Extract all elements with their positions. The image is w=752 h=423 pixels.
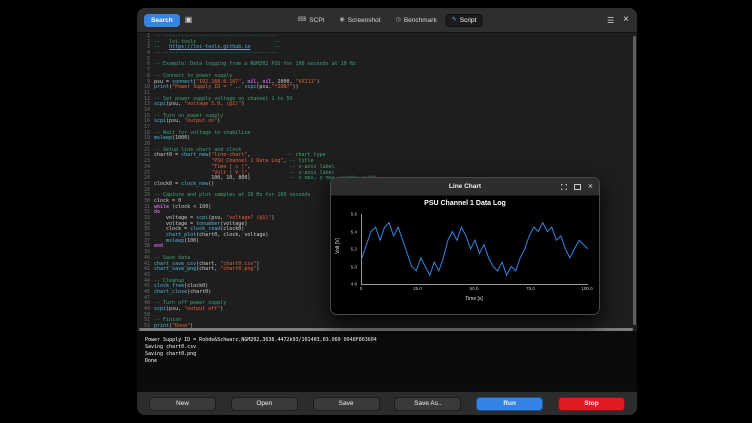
new-button[interactable]: New [149,397,216,411]
console-line: Saving chart0.png [145,351,637,358]
save-as-button[interactable]: Save As.. [394,397,461,411]
console-line: Power Supply ID = Rohde&Schwarz,NGM202,3… [145,337,637,344]
tab-label: Screenshot [348,17,381,24]
chart-window-controls: × [561,178,593,195]
code-text: -- Example: Data logging from a NGM202 P… [154,62,356,68]
sidebar-toggle-icon[interactable]: ▣ [185,16,193,24]
x-tick-label: 50.0 [470,286,479,291]
x-tick-label: 25.0 [413,286,422,291]
save-button[interactable]: Save [313,397,380,411]
code-text: end [154,244,163,250]
chart-plot-svg [362,214,588,284]
terminal-icon: ⌨ [298,17,307,23]
y-ticks: 5.6 5.4 5.2 5.0 4.8 [335,214,359,284]
code-text: -- -------------------------------------… [154,51,277,57]
console-output: Power Supply ID = Rohde&Schwarz,NGM202,3… [137,331,637,391]
maximize-icon[interactable] [574,184,581,190]
timer-icon: ◷ [396,17,401,23]
horizontal-scrollbar-thumb[interactable] [139,328,633,331]
tab-label: Benchmark [404,17,437,24]
vertical-scrollbar[interactable] [633,36,636,325]
search-button[interactable]: Search [144,14,180,27]
y-tick-label: 5.2 [351,247,357,252]
close-icon[interactable]: × [623,15,629,25]
code-text: clock0 = clock_new() [154,182,214,188]
chart-canvas: PSU Channel 1 Data Log Volt [V] 5.65.45.… [331,196,599,315]
menu-icon[interactable]: ☰ [607,16,614,25]
code-text: scpi(psu, "voltage 5.0, (@1)") [154,102,244,108]
tab-benchmark[interactable]: ◷ Benchmark [390,14,443,27]
chart-line-series [362,223,588,276]
chart-title: PSU Channel 1 Data Log [331,196,599,207]
x-tick-label: 75.0 [526,286,535,291]
y-tick-label: 5.0 [351,264,357,269]
console-line: Done [145,358,637,365]
action-bar: New Open Save Save As.. Run Stop [137,391,637,415]
window-controls: ☰ × [607,15,629,25]
close-icon[interactable]: × [588,182,593,191]
tab-bar: ⌨ SCPI ◉ Screenshot ◷ Benchmark ✎ Script [292,14,483,27]
code-text: chart_save_png(chart, "chart0.png") [154,267,259,273]
y-tick-label: 4.8 [351,282,357,287]
console-line: Saving chart0.csv [145,344,637,351]
code-text: msleep(1000) [154,136,190,142]
code-text: print("Power Supply ID = " .. scpi(psu,"… [154,85,299,91]
tab-label: Script [460,17,477,24]
y-tick-label: 5.6 [351,212,357,217]
y-tick-label: 5.4 [351,229,357,234]
horizontal-scrollbar[interactable] [137,328,637,331]
chart-window-title: Line Chart [449,183,481,190]
code-text: scpi(psu, "output off") [154,307,223,313]
x-tick-label: 100.0 [581,286,592,291]
open-button[interactable]: Open [231,397,298,411]
stop-button[interactable]: Stop [558,397,625,411]
x-axis-label: Time [s] [361,296,587,302]
desktop: { "header": { "search_label": "Search", … [0,0,752,423]
camera-icon: ◉ [339,17,344,23]
code-text: while (clock < 100) [154,205,211,211]
chart-window-title-bar[interactable]: Line Chart × [331,178,599,196]
code-text: scpi(psu, "output on") [154,119,220,125]
x-tick-label: 0 [360,286,363,291]
plot-area [361,214,588,285]
code-text: chart_close(chart0) [154,290,211,296]
tab-screenshot[interactable]: ◉ Screenshot [333,14,386,27]
script-icon: ✎ [452,17,457,23]
x-ticks: 025.050.075.0100.0 [361,285,587,292]
tab-scpi[interactable]: ⌨ SCPI [292,14,331,27]
tab-label: SCPI [309,17,324,24]
tab-script[interactable]: ✎ Script [446,14,483,27]
header-bar[interactable]: Search ▣ ⌨ SCPI ◉ Screenshot ◷ Benchmark… [137,8,637,33]
fullscreen-icon[interactable] [561,184,567,190]
run-button[interactable]: Run [476,397,543,411]
line-chart-window: Line Chart × PSU Channel 1 Data Log Volt… [330,177,600,315]
